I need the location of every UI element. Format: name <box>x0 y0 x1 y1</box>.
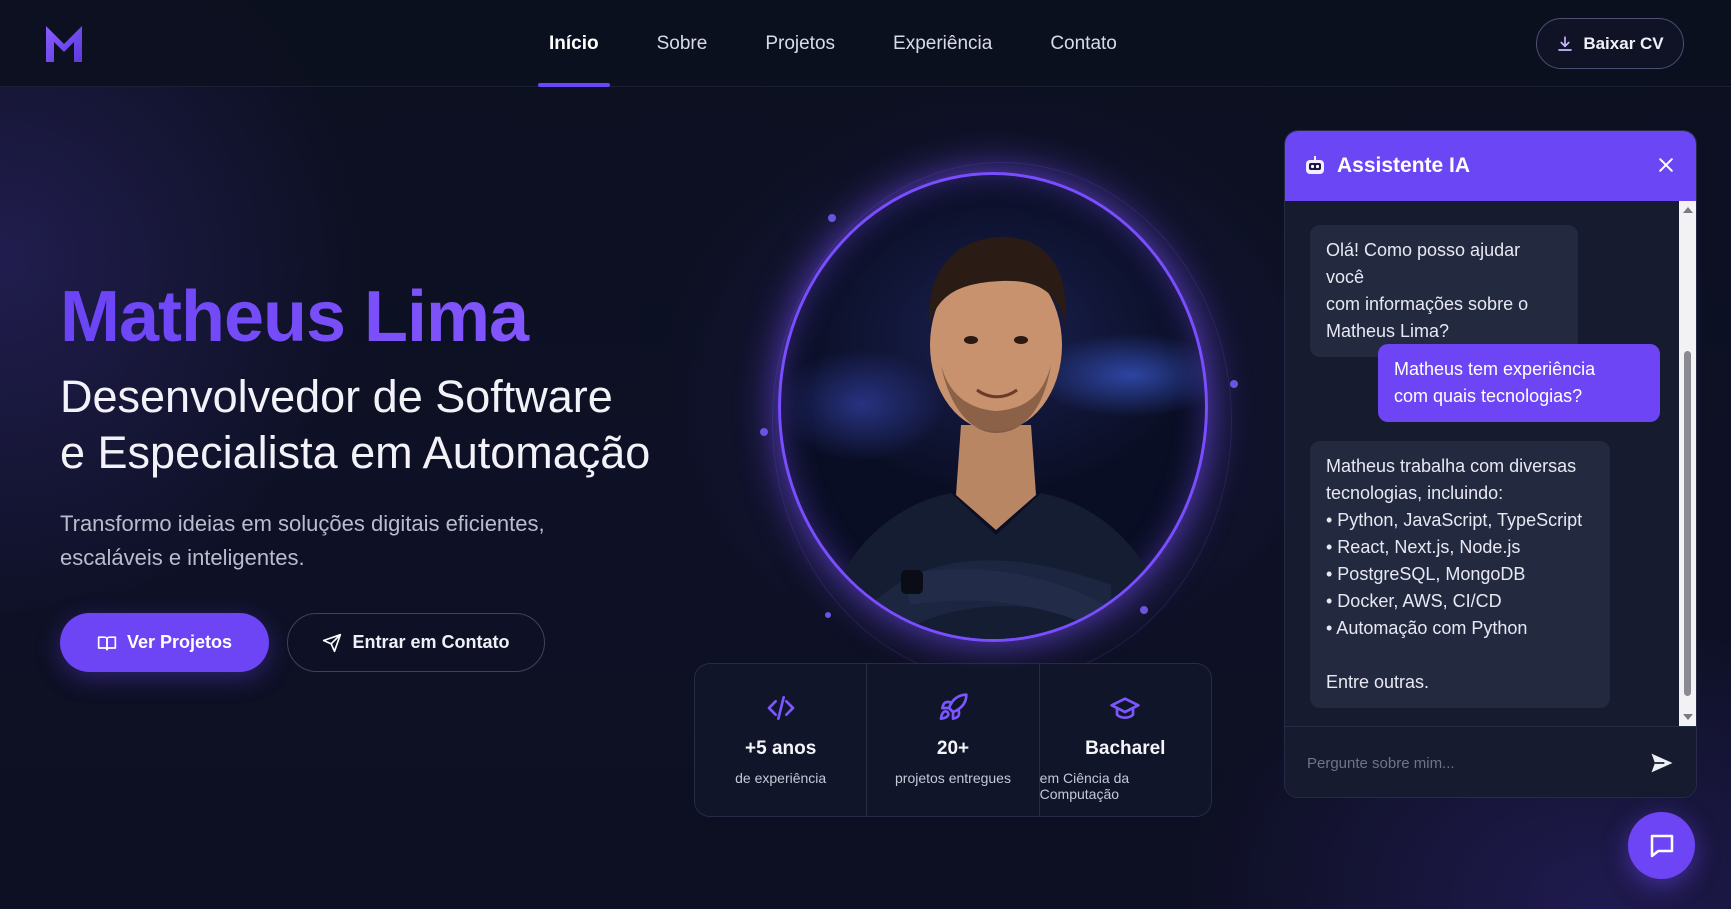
stat-projects: 20+ projetos entregues <box>867 664 1040 816</box>
stat-label: de experiência <box>735 770 827 786</box>
message-line: Matheus Lima? <box>1326 321 1450 341</box>
book-open-icon <box>97 635 117 650</box>
graduation-cap-icon <box>1110 697 1140 719</box>
view-projects-label: Ver Projetos <box>126 632 233 652</box>
rocket-icon <box>939 693 968 720</box>
message-line: com informações sobre o <box>1326 294 1529 314</box>
download-cv-button[interactable]: Baixar CV <box>1536 18 1684 69</box>
message-line: • Automação com Python <box>1326 618 1528 638</box>
hero-role: Desenvolvedor de Software e Especialista… <box>60 369 680 481</box>
decor-dot <box>1140 606 1148 614</box>
send-icon <box>323 633 342 652</box>
close-icon[interactable] <box>1656 155 1676 175</box>
hero-actions: Ver Projetos Entrar em Contato <box>60 613 680 672</box>
chat-input[interactable] <box>1307 749 1627 777</box>
hero-description: Transformo ideias em soluções digitais e… <box>60 511 545 570</box>
message-line: Entre outras. <box>1326 672 1430 692</box>
decor-dot <box>825 612 831 618</box>
decor-dot <box>760 428 768 436</box>
stat-label: projetos entregues <box>895 770 1011 786</box>
portrait-area <box>760 150 1238 682</box>
hero-name: Matheus Lima <box>60 275 680 359</box>
message-line: • Python, JavaScript, TypeScript <box>1326 510 1583 530</box>
chat-scrollbar[interactable] <box>1679 201 1696 726</box>
hero-role-line2: e Especialista em Automação <box>60 427 651 478</box>
robot-icon <box>1306 156 1324 174</box>
nav-link-experiencia[interactable]: Experiência <box>864 0 1021 87</box>
nav-link-inicio[interactable]: Início <box>520 0 628 87</box>
decor-dot <box>828 214 836 222</box>
decor-dot <box>1230 380 1238 388</box>
scroll-thumb[interactable] <box>1684 351 1691 696</box>
hero-section: Matheus Lima Desenvolvedor de Software e… <box>60 275 680 672</box>
chat-message-bot: Olá! Como posso ajudar você com informaç… <box>1310 225 1578 357</box>
person-silhouette <box>821 237 1171 639</box>
message-line: com quais tecnologias? <box>1394 386 1583 406</box>
message-line: Matheus trabalha com diversas <box>1326 456 1577 476</box>
nav-links: Início Sobre Projetos Experiência Contat… <box>520 0 1146 87</box>
chat-toggle-button[interactable] <box>1628 812 1695 879</box>
ai-chat-panel: Assistente IA Olá! Como posso ajudar voc… <box>1284 130 1697 798</box>
chat-title: Assistente IA <box>1337 154 1471 177</box>
message-line: • PostgreSQL, MongoDB <box>1326 564 1526 584</box>
contact-button[interactable]: Entrar em Contato <box>287 613 545 672</box>
chat-header: Assistente IA <box>1285 131 1696 201</box>
message-line: • Docker, AWS, CI/CD <box>1326 591 1502 611</box>
send-arrow-icon[interactable] <box>1648 749 1676 777</box>
hero-role-line1: Desenvolvedor de Software <box>60 371 613 422</box>
m-logo-icon[interactable] <box>44 22 84 64</box>
message-line: tecnologias, incluindo: <box>1326 483 1504 503</box>
chat-message-bot: Matheus trabalha com diversas tecnologia… <box>1310 441 1610 708</box>
view-projects-button[interactable]: Ver Projetos <box>60 613 269 672</box>
chat-messages: Olá! Como posso ajudar você com informaç… <box>1285 201 1696 726</box>
stat-value: Bacharel <box>1085 738 1166 759</box>
download-icon <box>1558 35 1573 51</box>
stats-card: +5 anos de experiência 20+ projetos entr… <box>694 663 1212 817</box>
top-navbar: Início Sobre Projetos Experiência Contat… <box>0 0 1731 87</box>
stat-value: 20+ <box>936 738 970 759</box>
chat-footer <box>1285 726 1696 797</box>
download-cv-label: Baixar CV <box>1583 33 1664 53</box>
stat-value: +5 anos <box>745 738 817 759</box>
stat-label: em Ciência da Computação <box>1039 770 1130 802</box>
message-line: Olá! Como posso ajudar você <box>1326 240 1521 287</box>
message-line: • React, Next.js, Node.js <box>1326 537 1521 557</box>
stat-experience: +5 anos de experiência <box>695 664 868 816</box>
chat-bubble-icon <box>1650 834 1673 857</box>
chat-message-user: Matheus tem experiência com quais tecnol… <box>1378 344 1660 422</box>
message-line <box>1326 642 1594 669</box>
stat-degree: Bacharel em Ciência da Computação <box>1040 664 1211 816</box>
scroll-up-arrow[interactable] <box>1683 207 1693 213</box>
message-line: Matheus tem experiência <box>1394 359 1596 379</box>
nav-link-sobre[interactable]: Sobre <box>628 0 737 87</box>
contact-label: Entrar em Contato <box>352 632 510 652</box>
nav-link-projetos[interactable]: Projetos <box>736 0 864 87</box>
code-icon <box>767 696 794 720</box>
scroll-down-arrow[interactable] <box>1683 714 1693 720</box>
profile-photo <box>778 172 1208 642</box>
nav-link-contato[interactable]: Contato <box>1021 0 1146 87</box>
